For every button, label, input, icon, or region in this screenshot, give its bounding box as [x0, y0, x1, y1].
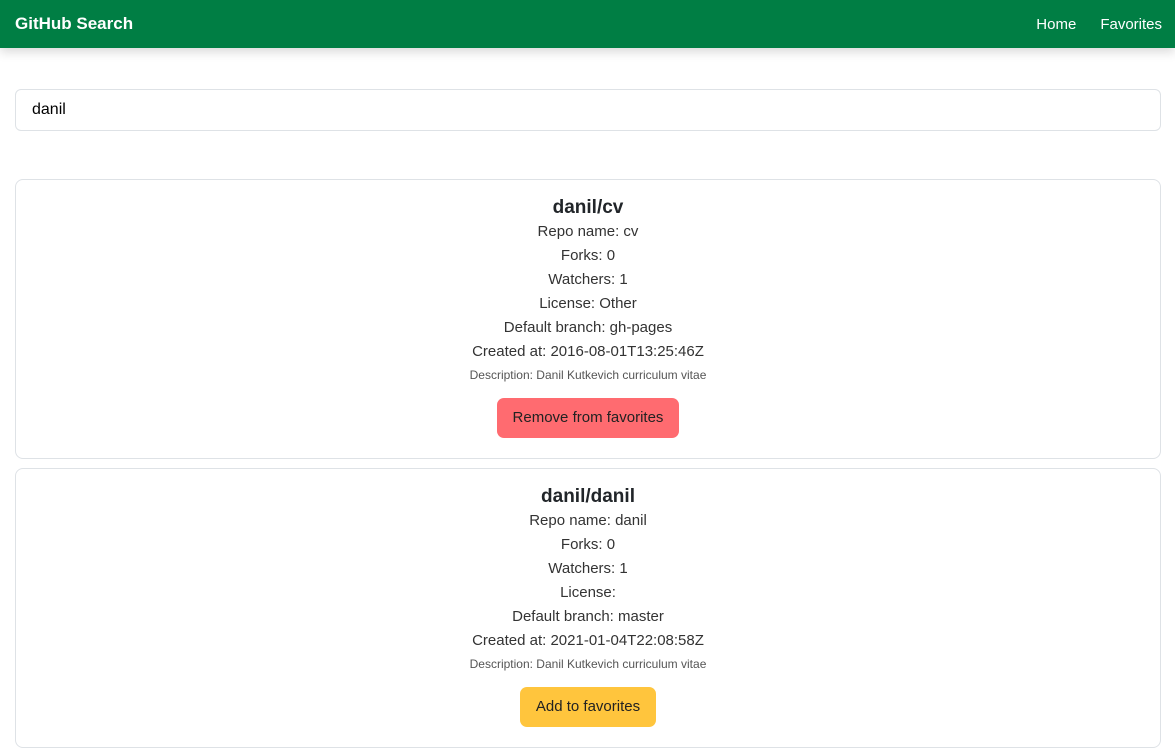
repo-forks: Forks: 0 — [560, 247, 616, 264]
remove-from-favorites-button[interactable]: Remove from favorites — [496, 398, 680, 438]
repo-created: Created at: 2021-01-04T22:08:58Z — [472, 632, 704, 649]
repo-title: danil/cv — [552, 197, 624, 218]
repo-watchers: Watchers: 1 — [548, 560, 628, 577]
repo-description: Description: Danil Kutkevich curriculum … — [469, 657, 707, 671]
repo-card: danil/danil Repo name: danil Forks: 0 Wa… — [15, 468, 1161, 748]
nav-favorites-link[interactable]: Favorites — [1100, 16, 1162, 33]
repo-license: License: Other — [539, 295, 637, 312]
repo-created: Created at: 2016-08-01T13:25:46Z — [472, 343, 704, 360]
repo-branch: Default branch: gh-pages — [503, 319, 673, 336]
search-input[interactable]: danil — [15, 89, 1161, 131]
repo-card: danil/cv Repo name: cv Forks: 0 Watchers… — [15, 179, 1161, 459]
repo-name: Repo name: cv — [537, 223, 639, 240]
repo-list: danil/cv Repo name: cv Forks: 0 Watchers… — [15, 179, 1161, 748]
repo-name: Repo name: danil — [529, 512, 647, 529]
repo-title: danil/danil — [541, 486, 635, 507]
repo-license: License: — [560, 584, 616, 601]
add-to-favorites-button[interactable]: Add to favorites — [519, 687, 657, 727]
nav-links: Home Favorites — [1036, 16, 1175, 33]
repo-description: Description: Danil Kutkevich curriculum … — [469, 368, 707, 382]
repo-forks: Forks: 0 — [560, 536, 616, 553]
brand-logo[interactable]: GitHub Search — [15, 14, 133, 34]
repo-branch: Default branch: master — [512, 608, 664, 625]
repo-watchers: Watchers: 1 — [548, 271, 628, 288]
navbar: GitHub Search Home Favorites — [0, 0, 1175, 48]
nav-home-link[interactable]: Home — [1036, 16, 1076, 33]
